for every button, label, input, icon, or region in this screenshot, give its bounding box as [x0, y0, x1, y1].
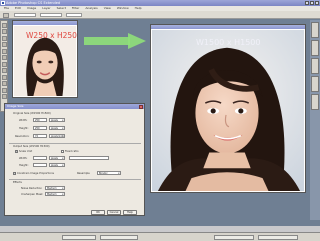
app-title: Adobe Photoshop CS Extended	[6, 0, 61, 5]
small-image-titlebar[interactable]	[13, 21, 77, 25]
resample-select[interactable]: Bicubic	[97, 171, 121, 176]
photoshop-app-icon	[1, 1, 5, 5]
output-width-unit[interactable]: pixels	[49, 156, 65, 161]
resolution-input[interactable]: 72	[33, 134, 47, 138]
resolution-unit-select[interactable]: pixels/inch	[49, 134, 65, 139]
taskbar-item-2[interactable]	[100, 234, 138, 240]
image-size-dialog: Image Size Original Size (W1500 H1500) W…	[4, 103, 145, 216]
enlarge-arrow-icon	[84, 33, 146, 49]
taskbar-item-3[interactable]	[214, 234, 254, 240]
option-field-3[interactable]	[66, 13, 82, 17]
palette-dock	[310, 20, 320, 220]
output-ratio-field[interactable]	[69, 156, 109, 160]
stamp-tool-icon[interactable]	[1, 55, 7, 60]
gradient-tool-icon[interactable]	[1, 68, 7, 73]
output-height-unit[interactable]: pixels	[49, 163, 65, 168]
taskbar-item-4[interactable]	[258, 234, 298, 240]
cancel-button[interactable]: Cancel	[107, 210, 121, 215]
palette-color[interactable]	[311, 40, 319, 56]
palette-history[interactable]	[311, 58, 319, 74]
width-label: Width:	[19, 119, 28, 122]
close-icon[interactable]	[315, 0, 319, 5]
height-input[interactable]: 250	[33, 126, 47, 130]
palette-navigator[interactable]	[311, 22, 319, 38]
output-width-input[interactable]	[33, 156, 47, 160]
effects-heading: Effects	[13, 181, 22, 184]
crop-tool-icon[interactable]	[1, 42, 7, 47]
fixed-ratio-label: Fixed ratio	[65, 150, 79, 153]
large-image-window[interactable]	[150, 24, 306, 193]
divider-2	[9, 179, 141, 180]
resolution-label: Resolution:	[15, 135, 30, 138]
output-width-label: Width:	[19, 157, 28, 160]
height-unit-select[interactable]: pixels	[49, 126, 65, 131]
taskbar-item-1[interactable]	[62, 234, 96, 240]
marquee-tool-icon[interactable]	[1, 29, 7, 34]
tool-preset-icon[interactable]	[3, 12, 9, 18]
text-tool-icon[interactable]	[1, 74, 7, 80]
palette-layers[interactable]	[311, 76, 319, 92]
maximize-icon[interactable]	[310, 0, 315, 5]
options-bar	[0, 11, 320, 19]
option-field-1[interactable]	[14, 13, 36, 17]
constrain-proportions-label: Constrain Image Proportions	[17, 172, 54, 175]
noise-reduction-label: Noise Reduction	[21, 187, 42, 190]
minimize-icon[interactable]	[305, 0, 310, 5]
width-input[interactable]: 250	[33, 118, 47, 122]
fixed-ratio-radio[interactable]	[61, 150, 64, 153]
foreground-color-icon[interactable]	[1, 94, 7, 99]
hand-tool-icon[interactable]	[1, 81, 7, 86]
unsharpen-mask-label: Unsharpen Mask	[21, 193, 43, 196]
zoom-tool-icon[interactable]	[1, 87, 7, 93]
small-size-label: W250 x H250	[26, 31, 77, 40]
brush-tool-icon[interactable]	[1, 48, 7, 54]
noise-reduction-select[interactable]: Medium	[45, 186, 65, 191]
large-size-label: W1500 x H1500	[196, 38, 261, 47]
eraser-tool-icon[interactable]	[1, 61, 7, 67]
scale-unit-label: Scale Unit	[19, 150, 33, 153]
constrain-proportions-checkbox[interactable]: ✓	[13, 172, 16, 175]
large-portrait-photo	[152, 30, 304, 191]
unsharpen-mask-select[interactable]: Medium	[45, 192, 65, 197]
width-unit-select[interactable]: pixels	[49, 118, 65, 123]
output-size-heading: Output Size (W1500 H1500)	[13, 145, 50, 148]
move-tool-icon[interactable]	[1, 22, 7, 28]
palette-channels[interactable]	[311, 94, 319, 110]
lasso-tool-icon[interactable]	[1, 35, 7, 41]
output-height-label: Height:	[19, 164, 29, 167]
large-image-canvas	[152, 30, 304, 191]
dialog-titlebar[interactable]: Image Size	[5, 104, 144, 109]
scale-unit-radio[interactable]: •	[15, 150, 18, 153]
height-label: Height:	[19, 127, 29, 130]
ok-button[interactable]: OK	[91, 210, 105, 215]
divider-1	[9, 143, 141, 144]
window-controls	[305, 0, 319, 5]
output-height-input[interactable]	[33, 163, 47, 167]
option-field-2[interactable]	[40, 13, 62, 17]
large-image-titlebar[interactable]	[151, 25, 305, 29]
help-button[interactable]: Help	[123, 210, 137, 215]
dialog-close-icon[interactable]	[139, 104, 143, 109]
resample-label: Resample	[77, 172, 90, 175]
original-size-heading: Original Size (W1500 H1500)	[13, 112, 51, 115]
toolbox	[0, 20, 8, 112]
